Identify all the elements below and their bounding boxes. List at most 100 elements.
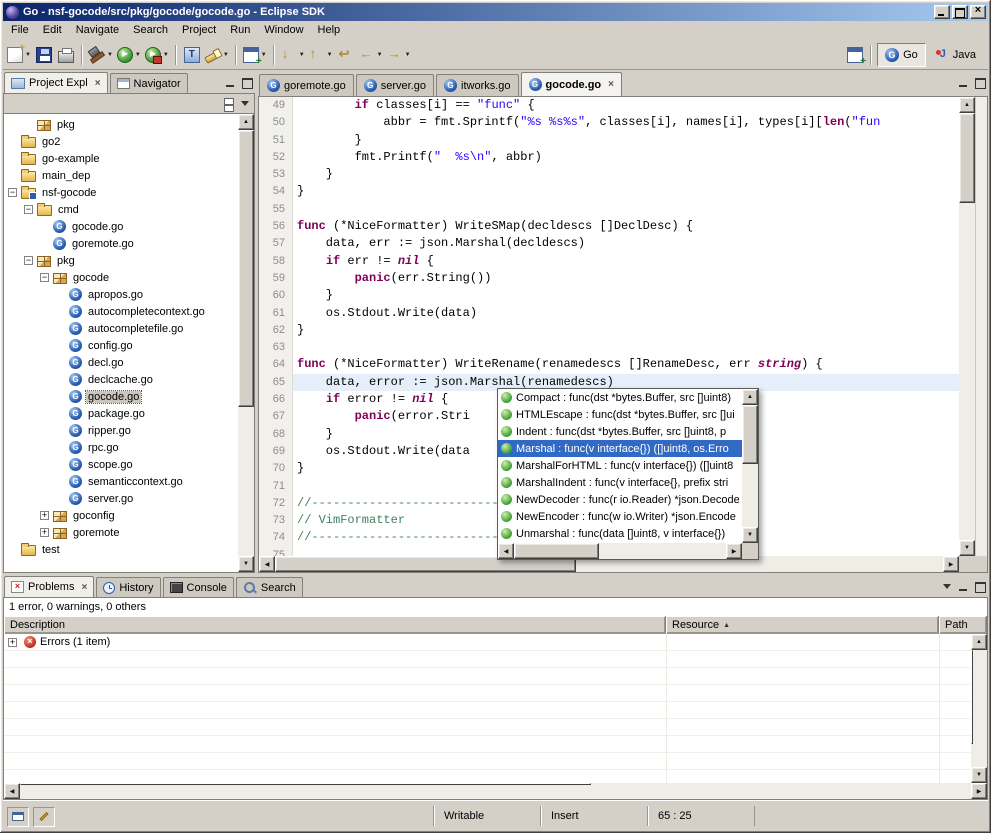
maximize-view-icon[interactable] [972, 579, 987, 594]
menu-search[interactable]: Search [126, 22, 175, 39]
menu-navigate[interactable]: Navigate [69, 22, 126, 39]
close-icon[interactable]: × [81, 582, 87, 593]
scroll-track[interactable] [971, 650, 987, 767]
expander-icon[interactable]: − [24, 205, 33, 214]
expander-icon[interactable]: − [24, 256, 33, 265]
open-perspective-button[interactable] [844, 43, 866, 67]
tree-item[interactable]: gocode.go [4, 388, 238, 405]
scroll-thumb[interactable] [20, 783, 591, 785]
problems-horizontal-scrollbar[interactable]: ◀ ▶ [4, 783, 987, 799]
next-annotation-button[interactable]: ▼ [279, 43, 307, 67]
new-wizard-button[interactable]: ▼ [5, 43, 33, 67]
menu-window[interactable]: Window [257, 22, 310, 39]
scroll-thumb[interactable] [959, 113, 975, 203]
run-external-button[interactable]: ▼ [143, 43, 171, 67]
view-tab-search[interactable]: Search [236, 577, 303, 597]
search-button[interactable]: ▼ [203, 43, 231, 67]
perspective-java-button[interactable]: Java [927, 43, 984, 67]
completion-item[interactable]: NewEncoder : func(w io.Writer) *json.Enc… [498, 508, 742, 525]
tree-item[interactable]: semanticcontext.go [4, 473, 238, 490]
collapse-all-icon[interactable] [220, 97, 234, 111]
completion-horizontal-scrollbar[interactable]: ◀ ▶ [498, 543, 758, 559]
scroll-thumb[interactable] [238, 130, 254, 407]
editor-tab-server-go[interactable]: server.go [356, 74, 434, 96]
tree-item[interactable]: −pkg [4, 252, 238, 269]
problems-row[interactable]: +Errors (1 item) [4, 634, 971, 651]
maximize-view-icon[interactable] [239, 75, 254, 90]
title-bar[interactable]: Go - nsf-gocode/src/pkg/gocode/gocode.go… [3, 3, 988, 21]
scroll-track[interactable] [959, 113, 975, 540]
editor-tab-gocode-go[interactable]: gocode.go× [521, 72, 622, 96]
minimize-button[interactable] [934, 5, 950, 19]
tree-item[interactable]: −gocode [4, 269, 238, 286]
tree-item[interactable]: declcache.go [4, 371, 238, 388]
view-tab-history[interactable]: History [96, 577, 160, 597]
print-button[interactable] [55, 43, 77, 67]
tree-item[interactable]: scope.go [4, 456, 238, 473]
tree-item[interactable]: main_dep [4, 167, 238, 184]
scroll-left-button[interactable]: ◀ [498, 543, 514, 559]
run-button[interactable]: ▼ [115, 43, 143, 67]
tree-item[interactable]: gocode.go [4, 218, 238, 235]
maximize-button[interactable] [952, 5, 968, 19]
scroll-up-button[interactable]: ▲ [742, 389, 758, 405]
column-header-path[interactable]: Path [939, 616, 987, 634]
tree-item[interactable]: test [4, 541, 238, 558]
scroll-track[interactable] [238, 130, 254, 556]
tree-item[interactable]: −cmd [4, 201, 238, 218]
open-type-button[interactable] [181, 43, 203, 67]
expander-icon[interactable]: + [40, 511, 49, 520]
completion-vertical-scrollbar[interactable]: ▲ ▼ [742, 389, 758, 543]
perspective-go-button[interactable]: Go [877, 43, 926, 67]
tree-item[interactable]: autocompletefile.go [4, 320, 238, 337]
scroll-left-button[interactable]: ◀ [4, 783, 20, 799]
view-menu-icon[interactable] [940, 579, 955, 594]
close-icon[interactable]: × [608, 79, 614, 90]
tree-item[interactable]: decl.go [4, 354, 238, 371]
tree-vertical-scrollbar[interactable]: ▲ ▼ [238, 114, 254, 572]
view-tab-navigator[interactable]: Navigator [110, 73, 188, 93]
tree-item[interactable]: rpc.go [4, 439, 238, 456]
close-button[interactable] [970, 5, 986, 19]
tree-item[interactable]: config.go [4, 337, 238, 354]
completion-item[interactable]: Unmarshal : func(data []uint8, v interfa… [498, 525, 742, 542]
completion-item[interactable]: HTMLEscape : func(dst *bytes.Buffer, src… [498, 406, 742, 423]
tree-item[interactable]: pkg [4, 116, 238, 133]
scroll-down-button[interactable]: ▼ [742, 527, 758, 543]
scroll-track[interactable] [742, 405, 758, 527]
close-icon[interactable]: × [95, 78, 101, 89]
scroll-left-button[interactable]: ◀ [259, 556, 275, 572]
tree-item[interactable]: package.go [4, 405, 238, 422]
tree-item[interactable]: goremote.go [4, 235, 238, 252]
tree-item[interactable]: go-example [4, 150, 238, 167]
editor-tab-itworks-go[interactable]: itworks.go [436, 74, 519, 96]
tree-item[interactable]: go2 [4, 133, 238, 150]
column-header-resource[interactable]: Resource▲ [666, 616, 939, 634]
tree-item[interactable]: −nsf-gocode [4, 184, 238, 201]
fast-view-bar-icon[interactable] [7, 807, 29, 827]
menu-edit[interactable]: Edit [36, 22, 69, 39]
scroll-track[interactable] [20, 783, 971, 799]
scroll-up-button[interactable]: ▲ [971, 634, 987, 650]
back-button[interactable]: ▼ [357, 43, 385, 67]
last-edit-location-button[interactable] [335, 43, 357, 67]
scroll-right-button[interactable]: ▶ [971, 783, 987, 799]
save-button[interactable] [33, 43, 55, 67]
column-header-description[interactable]: Description [4, 616, 666, 634]
completion-item[interactable]: NewDecoder : func(r io.Reader) *json.Dec… [498, 491, 742, 508]
menu-file[interactable]: File [4, 22, 36, 39]
scroll-thumb[interactable] [514, 543, 599, 559]
editor-vertical-scrollbar[interactable]: ▲ ▼ [959, 97, 975, 556]
previous-annotation-button[interactable]: ▼ [307, 43, 335, 67]
scroll-down-button[interactable]: ▼ [971, 767, 987, 783]
minimize-view-icon[interactable] [223, 75, 238, 90]
problems-vertical-scrollbar[interactable]: ▲ ▼ [971, 634, 987, 783]
new-perspective-window-button[interactable]: ▼ [241, 43, 269, 67]
expander-icon[interactable]: − [40, 273, 49, 282]
editor-tab-goremote-go[interactable]: goremote.go [259, 74, 354, 96]
scroll-up-button[interactable]: ▲ [238, 114, 254, 130]
tree-item[interactable]: ripper.go [4, 422, 238, 439]
completion-item[interactable]: MarshalForHTML : func(v interface{}) ([]… [498, 457, 742, 474]
completion-item[interactable]: Marshal : func(v interface{}) ([]uint8, … [498, 440, 742, 457]
view-tab-project-expl[interactable]: Project Expl× [4, 72, 108, 93]
